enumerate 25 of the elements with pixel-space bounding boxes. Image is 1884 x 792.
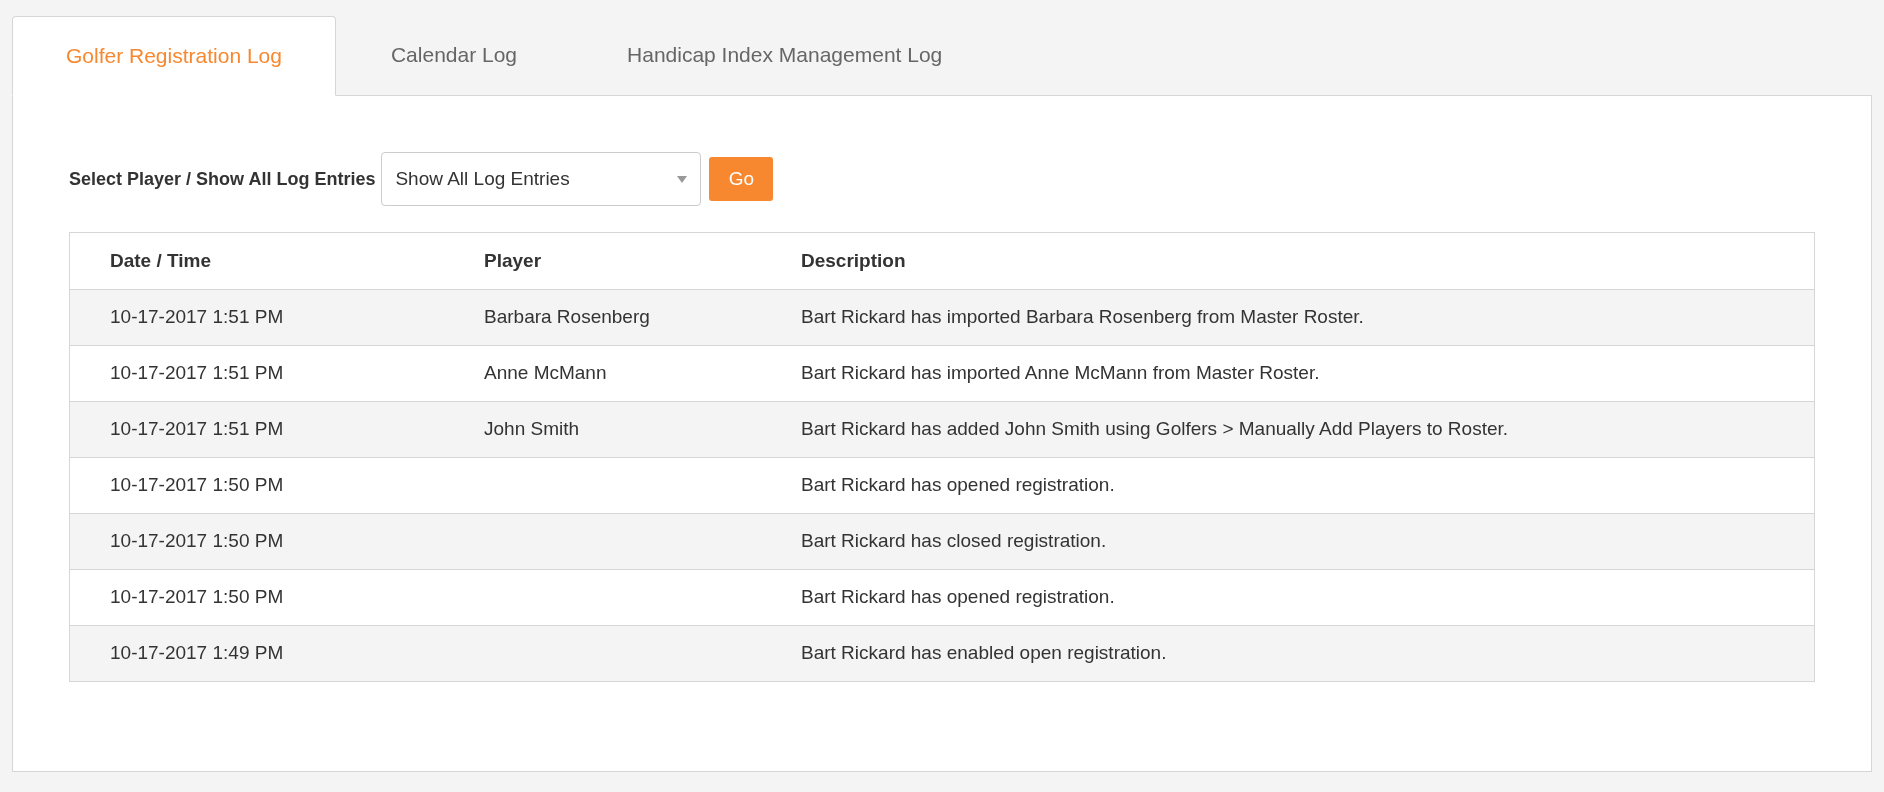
table-cell: 10-17-2017 1:51 PM (110, 362, 284, 384)
table-cell: Bart Rickard has opened registration. (801, 586, 1115, 608)
column-header: Player (484, 248, 543, 273)
table-cell: Barbara Rosenberg (484, 306, 650, 328)
tab[interactable]: Calendar Log (335, 15, 573, 95)
caret-icon (677, 175, 688, 183)
column-header: Date / Time (110, 248, 213, 273)
table-cell: Bart Rickard has closed registration. (801, 530, 1107, 552)
table-cell: 10-17-2017 1:51 PM (110, 306, 284, 328)
select-dropdown[interactable]: Show All Log Entries (381, 152, 702, 206)
table-cell: Bart Rickard has imported Anne McMann from Master Roster. (801, 362, 1320, 384)
table-cell: Anne McMann (484, 362, 607, 384)
table-cell: 10-17-2017 1:50 PM (110, 474, 284, 496)
filter-label: Select Player / Show All Log Entries (69, 167, 376, 191)
table-cell: Bart Rickard has added John Smith using Golfers > Manually Add Players to Roster. (801, 418, 1509, 440)
tab[interactable]: Handicap Index Management Log (572, 15, 998, 95)
column-header: Description (801, 248, 907, 273)
table-cell: 10-17-2017 1:49 PM (110, 642, 284, 664)
table-cell: Bart Rickard has imported Barbara Rosenberg from Master Roster. (801, 306, 1364, 328)
table-cell: Bart Rickard has opened registration. (801, 474, 1115, 496)
table-cell: 10-17-2017 1:50 PM (110, 530, 284, 552)
table-cell: John Smith (484, 418, 580, 440)
table-cell: Bart Rickard has enabled open registration. (801, 642, 1167, 664)
table-cell: 10-17-2017 1:50 PM (110, 586, 284, 608)
table-cell: 10-17-2017 1:51 PM (110, 418, 284, 440)
